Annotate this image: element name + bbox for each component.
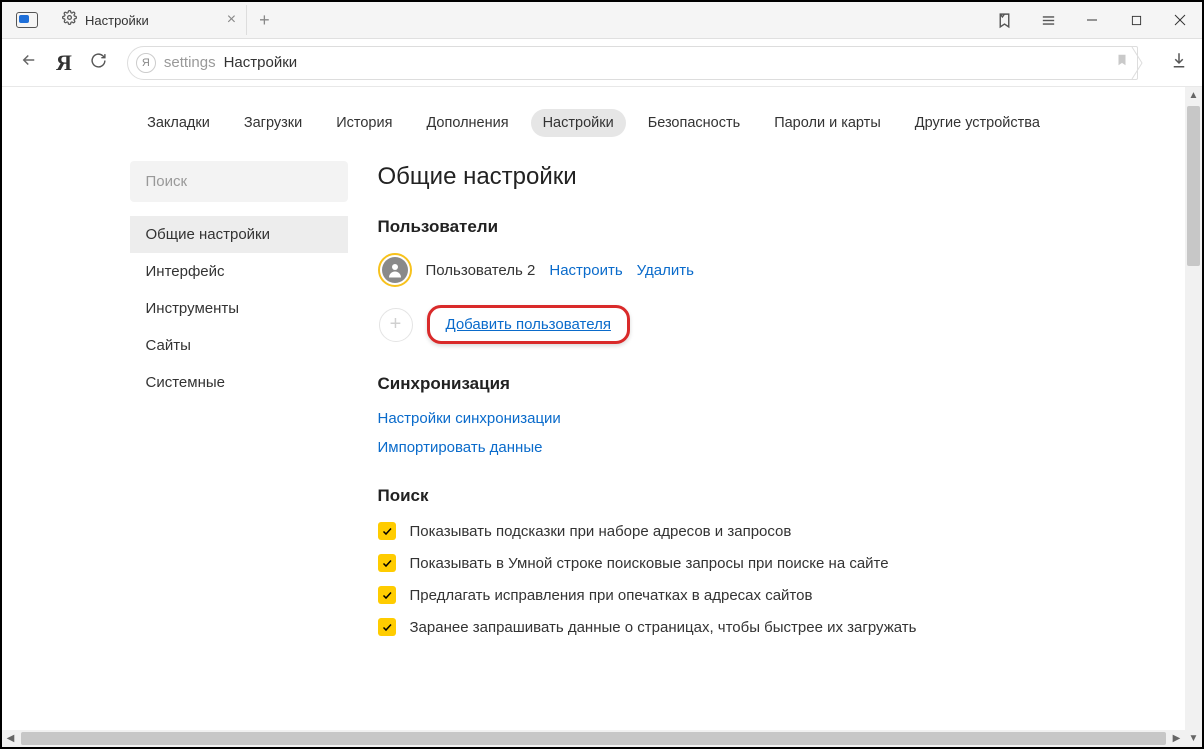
page-content: Закладки Загрузки История Дополнения Нас… <box>2 87 1185 747</box>
topnav-settings[interactable]: Настройки <box>531 109 626 137</box>
window-titlebar: Настройки × + <box>2 2 1202 39</box>
sidebar-item-interface[interactable]: Интерфейс <box>130 253 348 290</box>
search-option-label: Показывать в Умной строке поисковые запр… <box>410 555 889 572</box>
tab-title: Настройки <box>85 13 149 28</box>
checkbox-typo-fix[interactable] <box>378 586 396 604</box>
topnav-bookmarks[interactable]: Закладки <box>135 109 222 137</box>
sync-import-link[interactable]: Импортировать данные <box>378 439 1058 456</box>
scroll-left-icon[interactable]: ◀ <box>2 733 19 744</box>
page-title: Общие настройки <box>378 163 1058 191</box>
section-search-heading: Поиск <box>378 486 1058 506</box>
section-sync-heading: Синхронизация <box>378 374 1058 394</box>
scroll-right-icon[interactable]: ▶ <box>1168 733 1185 744</box>
downloads-icon[interactable] <box>1170 51 1188 74</box>
search-option-label: Предлагать исправления при опечатках в а… <box>410 587 813 604</box>
add-user-row: + Добавить пользователя <box>378 305 1058 344</box>
scroll-thumb[interactable] <box>1187 106 1200 266</box>
address-bar: Я Я settings Настройки <box>2 39 1202 87</box>
search-option-row: Показывать подсказки при наборе адресов … <box>378 522 1058 540</box>
nav-back-button[interactable] <box>16 47 42 78</box>
scroll-down-icon[interactable]: ▼ <box>1189 730 1199 747</box>
checkbox-suggestions[interactable] <box>378 522 396 540</box>
search-option-label: Показывать подсказки при наборе адресов … <box>410 523 792 540</box>
bookmark-page-icon[interactable] <box>1115 52 1129 73</box>
reload-button[interactable] <box>86 48 111 78</box>
user-row: Пользователь 2 Настроить Удалить <box>378 253 1058 287</box>
topnav-history[interactable]: История <box>324 109 404 137</box>
window-close-button[interactable] <box>1158 2 1202 39</box>
sidebar-item-system[interactable]: Системные <box>130 364 348 401</box>
new-tab-button[interactable]: + <box>259 10 270 31</box>
bookmarks-toolbar-icon[interactable] <box>982 2 1026 39</box>
search-option-row: Предлагать исправления при опечатках в а… <box>378 586 1058 604</box>
user-delete-link[interactable]: Удалить <box>637 262 694 279</box>
omnibox-chevron-icon <box>1131 47 1151 79</box>
omnibox-page-text: Настройки <box>224 54 298 71</box>
checkbox-prefetch[interactable] <box>378 618 396 636</box>
avatar[interactable] <box>378 253 412 287</box>
topnav-security[interactable]: Безопасность <box>636 109 753 137</box>
user-configure-link[interactable]: Настроить <box>549 262 622 279</box>
window-minimize-button[interactable] <box>1070 2 1114 39</box>
gear-icon <box>62 10 77 30</box>
menu-icon[interactable] <box>1026 2 1070 39</box>
search-option-row: Показывать в Умной строке поисковые запр… <box>378 554 1058 572</box>
settings-sidebar: Поиск Общие настройки Интерфейс Инструме… <box>130 161 348 650</box>
sidebar-item-tools[interactable]: Инструменты <box>130 290 348 327</box>
topnav-addons[interactable]: Дополнения <box>414 109 520 137</box>
search-option-row: Заранее запрашивать данные о страницах, … <box>378 618 1058 636</box>
checkbox-smartline[interactable] <box>378 554 396 572</box>
settings-search-input[interactable]: Поиск <box>130 161 348 202</box>
omnibox[interactable]: Я settings Настройки <box>127 46 1138 80</box>
sync-settings-link[interactable]: Настройки синхронизации <box>378 410 1058 427</box>
scroll-up-icon[interactable]: ▲ <box>1189 87 1199 104</box>
profile-chip-icon[interactable] <box>16 12 38 28</box>
hscroll-thumb[interactable] <box>21 732 1166 745</box>
horizontal-scrollbar[interactable]: ◀ ▶ <box>2 730 1185 747</box>
topnav-downloads[interactable]: Загрузки <box>232 109 314 137</box>
browser-tab[interactable]: Настройки × <box>52 5 247 35</box>
user-name-label: Пользователь 2 <box>426 262 536 279</box>
topnav-passwords[interactable]: Пароли и карты <box>762 109 893 137</box>
add-user-highlight: Добавить пользователя <box>427 305 630 344</box>
settings-topnav: Закладки Загрузки История Дополнения Нас… <box>2 87 1185 161</box>
sidebar-item-sites[interactable]: Сайты <box>130 327 348 364</box>
search-option-label: Заранее запрашивать данные о страницах, … <box>410 619 917 636</box>
vertical-scrollbar[interactable]: ▲ ▼ <box>1185 87 1202 747</box>
plus-icon[interactable]: + <box>379 308 413 342</box>
window-maximize-button[interactable] <box>1114 2 1158 39</box>
settings-main: Общие настройки Пользователи Пользовател… <box>378 161 1058 650</box>
section-users-heading: Пользователи <box>378 217 1058 237</box>
site-identity-icon[interactable]: Я <box>136 53 156 73</box>
omnibox-url-prefix: settings <box>164 54 216 71</box>
topnav-other-devices[interactable]: Другие устройства <box>903 109 1052 137</box>
tab-close-icon[interactable]: × <box>227 12 236 28</box>
add-user-link[interactable]: Добавить пользователя <box>446 316 611 333</box>
yandex-logo-icon[interactable]: Я <box>56 50 72 76</box>
sidebar-item-general[interactable]: Общие настройки <box>130 216 348 253</box>
